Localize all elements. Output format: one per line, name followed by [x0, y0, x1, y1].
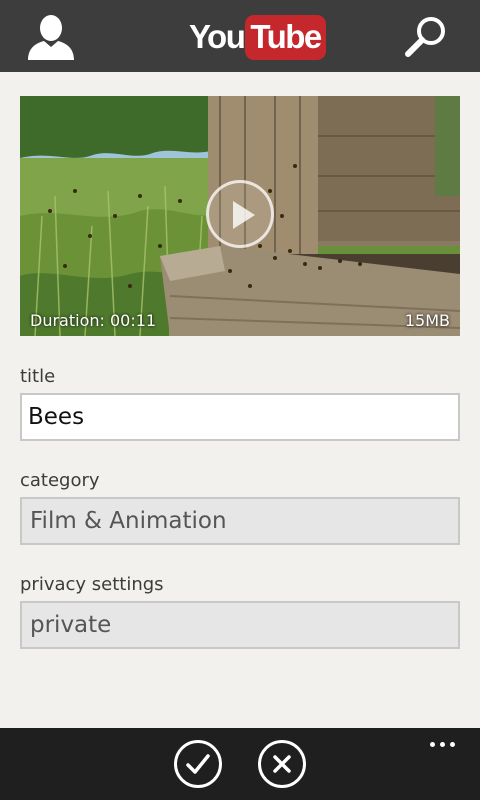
account-button[interactable] — [26, 14, 76, 60]
confirm-button[interactable] — [174, 740, 222, 788]
title-label: title — [20, 366, 56, 387]
privacy-select[interactable]: private — [20, 601, 460, 649]
title-input[interactable]: Bees — [20, 393, 460, 441]
checkmark-icon — [186, 754, 210, 774]
bottom-app-bar — [0, 728, 480, 800]
close-icon — [273, 755, 291, 773]
youtube-logo: You Tube — [189, 13, 326, 61]
search-icon — [405, 17, 445, 57]
category-label: category — [20, 470, 100, 491]
more-button[interactable] — [428, 736, 460, 752]
upload-form: Duration: 00:11 15MB title Bees category… — [0, 72, 480, 728]
logo-tube-text: Tube — [245, 14, 326, 60]
logo-you-text: You — [189, 18, 246, 55]
video-file-size: 15MB — [404, 311, 450, 330]
play-icon — [233, 201, 255, 229]
top-app-bar: You Tube — [0, 0, 480, 72]
privacy-label: privacy settings — [20, 574, 164, 595]
video-thumbnail[interactable]: Duration: 00:11 15MB — [20, 96, 460, 336]
video-duration: Duration: 00:11 — [30, 311, 157, 330]
category-select[interactable]: Film & Animation — [20, 497, 460, 545]
search-button[interactable] — [402, 14, 450, 60]
play-button[interactable] — [206, 180, 274, 248]
cancel-button[interactable] — [258, 740, 306, 788]
account-icon — [28, 15, 74, 60]
